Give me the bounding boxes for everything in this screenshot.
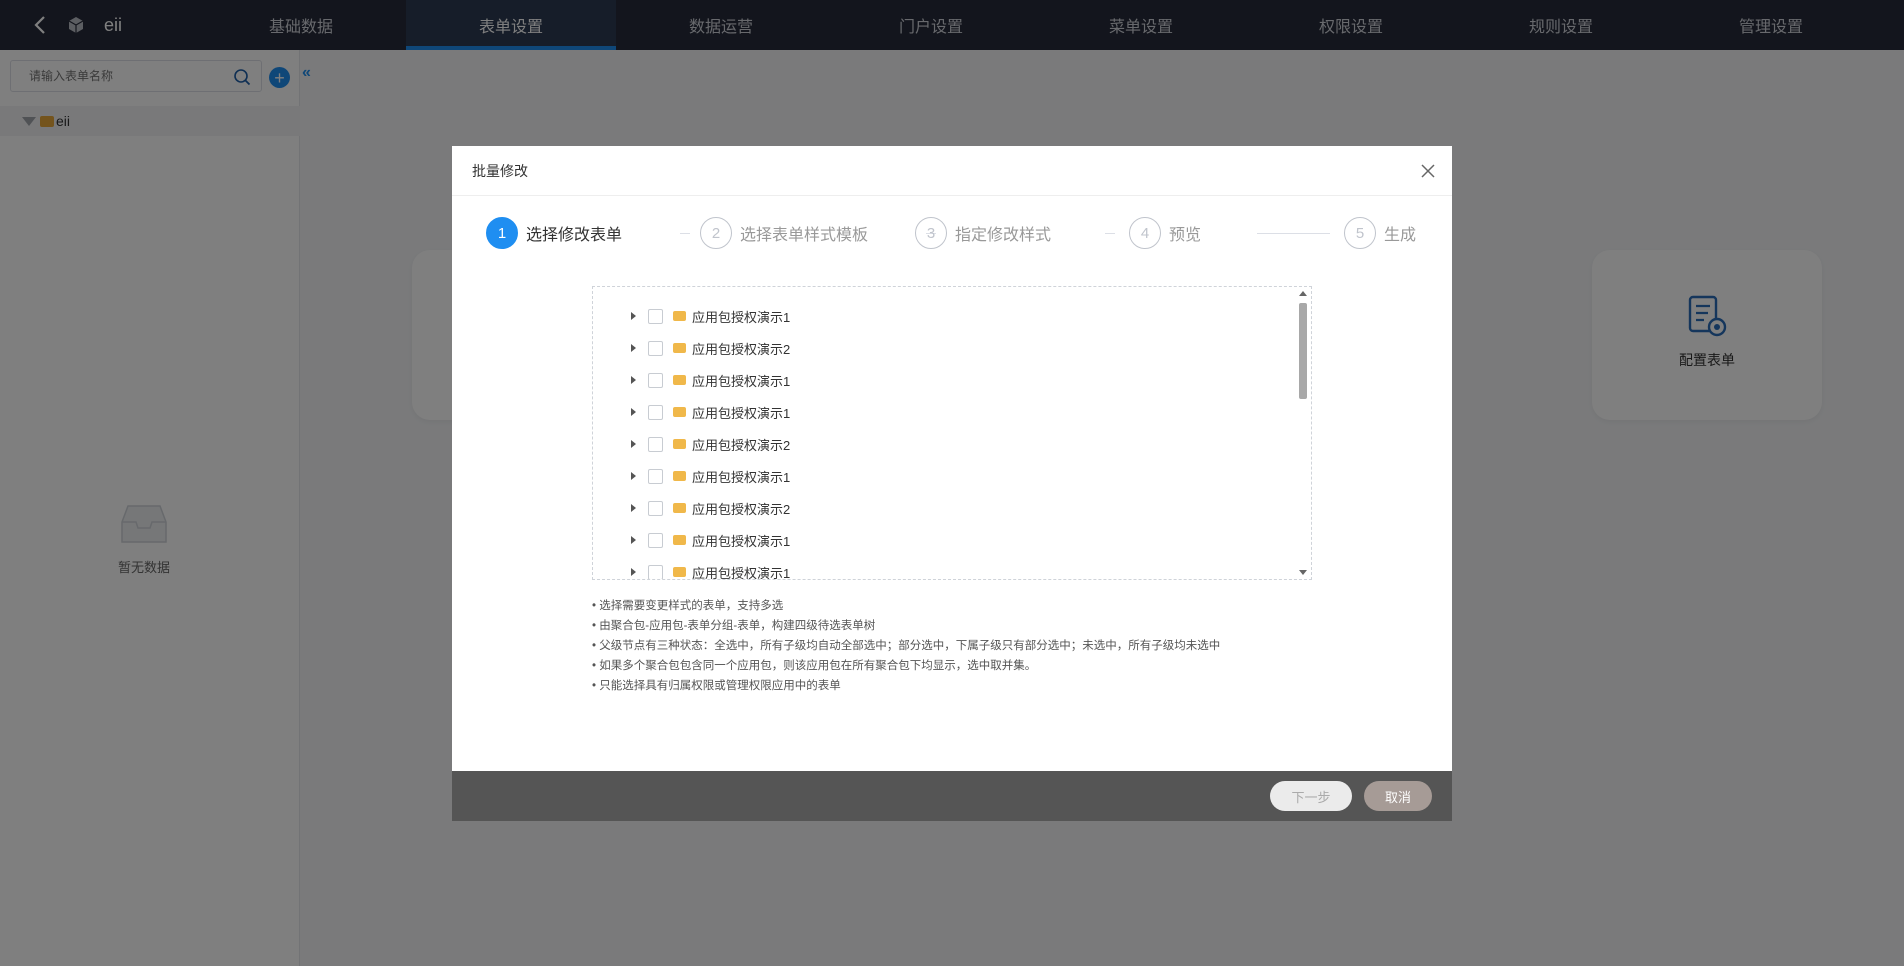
tree-checkbox[interactable] — [648, 532, 663, 548]
expand-arrow-icon[interactable] — [631, 312, 636, 320]
wizard-steps: 1 选择修改表单 2 选择表单样式模板 3 指定修改样式 4 预览 5 生成 — [486, 216, 1426, 250]
folder-icon — [673, 535, 686, 545]
tree-item[interactable]: 应用包授权演示1 — [593, 524, 1293, 556]
step-label: 选择表单样式模板 — [740, 227, 869, 244]
wizard-step: 3 指定修改样式 — [915, 216, 1051, 250]
modal-header: 批量修改 — [452, 146, 1452, 196]
close-icon[interactable] — [1420, 163, 1436, 179]
instruction-item: 父级节点有三种状态：全选中，所有子级均自动全部选中；部分选中，下属子级只有部分选… — [592, 636, 1352, 656]
step-number: 2 — [700, 217, 732, 249]
tree-item[interactable]: 应用包授权演示1 — [593, 556, 1293, 580]
tree-item[interactable]: 应用包授权演示2 — [593, 428, 1293, 460]
expand-arrow-icon[interactable] — [631, 536, 636, 544]
step-label: 选择修改表单 — [526, 227, 623, 244]
step-number: 5 — [1344, 217, 1376, 249]
tree-checkbox[interactable] — [648, 308, 663, 324]
step-label: 预览 — [1169, 227, 1202, 244]
tree-checkbox[interactable] — [648, 564, 663, 579]
tree-checkbox[interactable] — [648, 436, 663, 452]
tree-checkbox[interactable] — [648, 500, 663, 516]
tree-checkbox[interactable] — [648, 372, 663, 388]
wizard-step: 5 生成 — [1344, 216, 1416, 250]
tree-item-label: 应用包授权演示1 — [692, 469, 791, 485]
expand-arrow-icon[interactable] — [631, 472, 636, 480]
step-number: 3 — [915, 217, 947, 249]
scroll-up-icon[interactable] — [1299, 291, 1307, 296]
tree-item[interactable]: 应用包授权演示1 — [593, 460, 1293, 492]
tree-item-label: 应用包授权演示1 — [692, 533, 791, 549]
form-tree-panel: 应用包授权演示1 应用包授权演示2 应用包授权演示1 应用包授权演示1 应用包授权演示2… — [592, 286, 1312, 580]
modal-title: 批量修改 — [472, 162, 528, 179]
instructions-list: 选择需要变更样式的表单，支持多选由聚合包-应用包-表单分组-表单，构建四级待选表… — [592, 596, 1352, 696]
wizard-step: 2 选择表单样式模板 — [700, 216, 868, 250]
tree-scrollbar[interactable] — [1295, 287, 1311, 579]
form-tree-list: 应用包授权演示1 应用包授权演示2 应用包授权演示1 应用包授权演示1 应用包授权演示2… — [593, 300, 1293, 580]
tree-item-label: 应用包授权演示1 — [692, 565, 791, 580]
tree-item-label: 应用包授权演示1 — [692, 373, 791, 389]
tree-item-label: 应用包授权演示2 — [692, 501, 791, 517]
folder-icon — [673, 311, 686, 321]
expand-arrow-icon[interactable] — [631, 504, 636, 512]
step-connector — [1257, 233, 1330, 234]
scroll-thumb[interactable] — [1299, 303, 1307, 399]
step-number: 4 — [1129, 217, 1161, 249]
wizard-step: 4 预览 — [1129, 216, 1201, 250]
step-label: 生成 — [1384, 227, 1417, 244]
folder-icon — [673, 407, 686, 417]
step-connector — [680, 233, 690, 234]
instruction-item: 由聚合包-应用包-表单分组-表单，构建四级待选表单树 — [592, 616, 1352, 636]
folder-icon — [673, 471, 686, 481]
wizard-step: 1 选择修改表单 — [486, 216, 622, 250]
step-number: 1 — [486, 217, 518, 249]
tree-item-label: 应用包授权演示2 — [692, 341, 791, 357]
folder-icon — [673, 375, 686, 385]
cancel-button[interactable]: 取消 — [1364, 781, 1432, 811]
expand-arrow-icon[interactable] — [631, 344, 636, 352]
expand-arrow-icon[interactable] — [631, 376, 636, 384]
tree-checkbox[interactable] — [648, 468, 663, 484]
tree-item[interactable]: 应用包授权演示1 — [593, 396, 1293, 428]
folder-icon — [673, 439, 686, 449]
tree-item[interactable]: 应用包授权演示1 — [593, 300, 1293, 332]
step-label: 指定修改样式 — [955, 227, 1052, 244]
tree-item-label: 应用包授权演示2 — [692, 437, 791, 453]
tree-item[interactable]: 应用包授权演示1 — [593, 364, 1293, 396]
folder-icon — [673, 503, 686, 513]
expand-arrow-icon[interactable] — [631, 568, 636, 576]
tree-checkbox[interactable] — [648, 404, 663, 420]
next-step-button[interactable]: 下一步 — [1270, 781, 1352, 811]
modal-footer: 下一步 取消 — [452, 771, 1452, 821]
expand-arrow-icon[interactable] — [631, 440, 636, 448]
batch-edit-modal: 批量修改 1 选择修改表单 2 选择表单样式模板 3 指定修改样式 4 预览 5 生成 应用包授权… — [452, 146, 1452, 821]
scroll-down-icon[interactable] — [1299, 570, 1307, 575]
instruction-item: 如果多个聚合包包含同一个应用包，则该应用包在所有聚合包下均显示，选中取并集。 — [592, 656, 1352, 676]
tree-item-label: 应用包授权演示1 — [692, 405, 791, 421]
instruction-item: 只能选择具有归属权限或管理权限应用中的表单 — [592, 676, 1352, 696]
tree-item[interactable]: 应用包授权演示2 — [593, 492, 1293, 524]
tree-checkbox[interactable] — [648, 340, 663, 356]
tree-item[interactable]: 应用包授权演示2 — [593, 332, 1293, 364]
step-connector — [1105, 233, 1115, 234]
instruction-item: 选择需要变更样式的表单，支持多选 — [592, 596, 1352, 616]
folder-icon — [673, 343, 686, 353]
folder-icon — [673, 567, 686, 577]
tree-item-label: 应用包授权演示1 — [692, 309, 791, 325]
expand-arrow-icon[interactable] — [631, 408, 636, 416]
